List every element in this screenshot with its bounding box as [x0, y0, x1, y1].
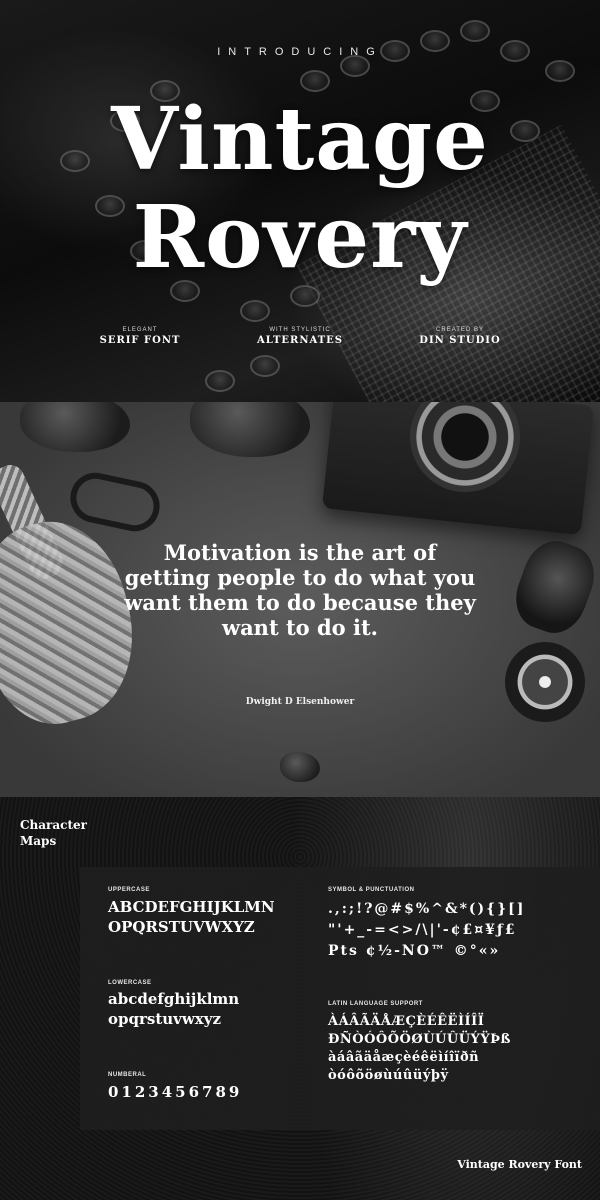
- quote-section: Motivation is the art of getting people …: [0, 402, 600, 797]
- glyph-row: .,:;!?@#$%^&*(){}[]: [328, 901, 526, 917]
- title-line-1: Vintage: [111, 89, 489, 190]
- uppercase-label: UPPERCASE: [108, 887, 150, 893]
- quote-author: Dwight D Elsenhower: [245, 697, 355, 707]
- lowercase-glyphs: abcdefghijklmn opqrstuvwxyz: [108, 989, 239, 1029]
- uppercase-glyphs: ABCDEFGHIJKLMN OPQRSTUVWXYZ: [108, 897, 275, 937]
- symbols-label: SYMBOL & PUNCTUATION: [328, 887, 415, 893]
- feature-title: DIN STUDIO: [419, 335, 501, 346]
- rock-image: [190, 402, 310, 457]
- feature-item: WITH STYLISTIC ALTERNATES: [240, 327, 360, 346]
- glyph-row: abcdefghijklmn: [108, 990, 240, 1008]
- feature-item: ELEGANT SERIF FONT: [80, 327, 200, 346]
- glyph-row: OPQRSTUVWXYZ: [108, 918, 255, 936]
- numberal-glyphs: 0123456789: [108, 1083, 243, 1101]
- carabiner-image: [65, 468, 165, 536]
- glyph-row: Pts ¢½-NO™ ©°«»: [328, 943, 501, 959]
- character-maps-section: Character Maps UPPERCASE ABCDEFGHIJKLMN O…: [0, 797, 600, 1200]
- rock-image: [280, 752, 320, 782]
- glyph-row: òóôõöøùúûüýþÿ: [328, 1068, 449, 1083]
- intro-text: INTRODUCING: [217, 46, 383, 58]
- glyph-row: ÀÁÂÃÄÅÆÇÈÉÊËÌÍÎÏ: [328, 1014, 485, 1029]
- quote-text: Motivation is the art of getting people …: [124, 540, 476, 640]
- feature-caption: CREATED BY: [436, 327, 484, 333]
- feature-caption: ELEGANT: [122, 327, 158, 333]
- heading-line: Maps: [20, 834, 57, 848]
- latin-glyphs: ÀÁÂÃÄÅÆÇÈÉÊËÌÍÎÏ ÐÑÒÓÔÕÖØÙÚÛÜÝŸÞß àáâãäåæç…: [328, 1013, 511, 1085]
- compass-image: [505, 642, 585, 722]
- footer-font-name: Vintage Rovery Font: [457, 1158, 582, 1171]
- feature-list: ELEGANT SERIF FONT WITH STYLISTIC ALTERN…: [0, 327, 600, 346]
- title-line-2: Rovery: [132, 187, 468, 288]
- feature-item: CREATED BY DIN STUDIO: [400, 327, 520, 346]
- latin-label: LATIN LANGUAGE SUPPORT: [328, 1001, 423, 1007]
- numberal-label: NUMBERAL: [108, 1072, 147, 1078]
- glyph-row: ÐÑÒÓÔÕÖØÙÚÛÜÝŸÞß: [328, 1032, 511, 1047]
- lowercase-label: LOWERCASE: [108, 980, 152, 986]
- hero-banner: INTRODUCING Vintage Rovery ELEGANT SERIF…: [0, 0, 600, 402]
- glyph-row: ABCDEFGHIJKLMN: [108, 898, 275, 916]
- compass-lid-image: [506, 532, 600, 642]
- section-heading: Character Maps: [20, 817, 87, 849]
- character-map-panel: UPPERCASE ABCDEFGHIJKLMN OPQRSTUVWXYZ LOW…: [80, 867, 600, 1130]
- heading-line: Character: [20, 818, 87, 832]
- glyph-row: "'+_-=<>/\|'-¢£¤¥ƒ£: [328, 922, 517, 938]
- rock-image: [20, 402, 130, 452]
- symbol-glyphs: .,:;!?@#$%^&*(){}[] "'+_-=<>/\|'-¢£¤¥ƒ£ Pt…: [328, 899, 525, 962]
- feature-caption: WITH STYLISTIC: [269, 327, 331, 333]
- feature-title: ALTERNATES: [257, 335, 343, 346]
- feature-title: SERIF FONT: [99, 335, 181, 346]
- glyph-row: àáâãäåæçèéêëìíîïðñ: [328, 1050, 480, 1065]
- glyph-row: opqrstuvwxyz: [108, 1010, 221, 1028]
